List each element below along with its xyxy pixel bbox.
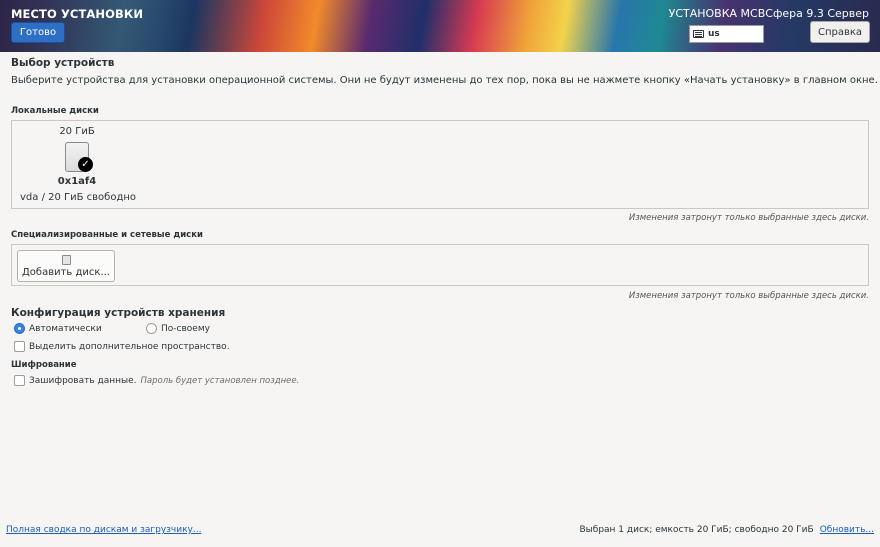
encryption-heading: Шифрование bbox=[11, 360, 77, 370]
auto-label: Автоматически bbox=[29, 323, 102, 334]
checkmark-icon: ✓ bbox=[78, 157, 93, 172]
spoke-title: МЕСТО УСТАНОВКИ bbox=[11, 7, 144, 21]
add-disk-icon bbox=[61, 254, 71, 265]
local-disks-heading: Локальные диски bbox=[11, 106, 99, 116]
encrypt-checkbox[interactable] bbox=[14, 375, 25, 386]
storage-config-title: Конфигурация устройств хранения bbox=[11, 307, 226, 319]
disk-info: vda / 20 ГиБ свободно bbox=[20, 192, 137, 203]
header-bar: МЕСТО УСТАНОВКИ Готово УСТАНОВКА МСВСфер… bbox=[0, 0, 880, 52]
add-disk-button[interactable]: Добавить диск... bbox=[17, 250, 115, 282]
disk-size: 20 ГиБ bbox=[59, 126, 95, 137]
reclaim-space-option[interactable]: Выделить дополнительное пространство. bbox=[14, 341, 230, 352]
disk-name: 0x1af4 bbox=[57, 176, 97, 187]
custom-partitioning-option[interactable]: По-своему bbox=[146, 323, 210, 334]
reclaim-checkbox[interactable] bbox=[14, 341, 25, 352]
encrypt-label: Зашифровать данные. bbox=[29, 375, 137, 386]
specialized-disks-heading: Специализированные и сетевые диски bbox=[11, 230, 203, 240]
done-button[interactable]: Готово bbox=[11, 22, 65, 43]
auto-partitioning-option[interactable]: Автоматически bbox=[14, 323, 102, 334]
local-disks-panel: 20 ГиБ ✓ 0x1af4 vda / 20 ГиБ свободно bbox=[11, 120, 869, 209]
encrypt-hint: Пароль будет установлен позднее. bbox=[140, 375, 300, 386]
keyboard-layout-indicator[interactable]: us bbox=[689, 25, 764, 43]
help-button[interactable]: Справка bbox=[810, 21, 870, 43]
footer-status-area: Выбран 1 диск; емкость 20 ГиБ; свободно … bbox=[579, 525, 874, 535]
local-disks-hint: Изменения затронут только выбранные здес… bbox=[628, 213, 869, 223]
disk-status-text: Выбран 1 диск; емкость 20 ГиБ; свободно … bbox=[579, 525, 814, 535]
auto-radio[interactable] bbox=[14, 323, 25, 334]
full-disk-summary-link[interactable]: Полная сводка по дискам и загрузчику... bbox=[6, 525, 201, 535]
add-disk-label: Добавить диск... bbox=[21, 266, 110, 278]
specialized-disks-hint: Изменения затронут только выбранные здес… bbox=[628, 291, 869, 301]
reclaim-label: Выделить дополнительное пространство. bbox=[29, 341, 230, 352]
product-title: УСТАНОВКА МСВСфера 9.3 Сервер bbox=[668, 7, 869, 20]
specialized-disks-panel: Добавить диск... bbox=[11, 244, 869, 286]
keyboard-layout-label: us bbox=[708, 29, 720, 39]
encrypt-option[interactable]: Зашифровать данные. Пароль будет установ… bbox=[14, 375, 299, 386]
custom-radio[interactable] bbox=[146, 323, 157, 334]
device-selection-title: Выбор устройств bbox=[11, 57, 115, 69]
disk-tile[interactable]: 20 ГиБ ✓ 0x1af4 vda / 20 ГиБ свободно bbox=[18, 124, 138, 206]
device-selection-description: Выберите устройства для установки операц… bbox=[11, 75, 878, 86]
custom-label: По-своему bbox=[161, 323, 210, 334]
refresh-link[interactable]: Обновить... bbox=[820, 525, 874, 535]
keyboard-icon bbox=[693, 30, 704, 38]
